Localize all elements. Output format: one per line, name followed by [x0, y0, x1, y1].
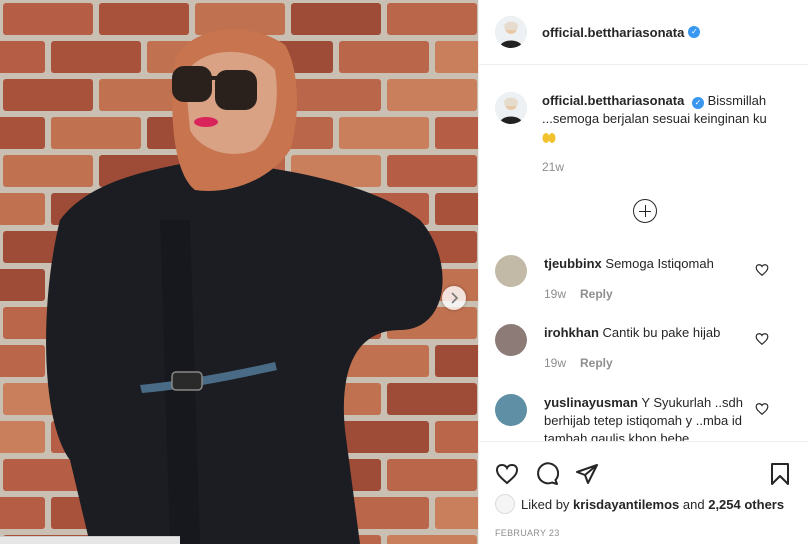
- comment-username[interactable]: yuslinayusman: [544, 395, 638, 410]
- likes-and: and: [682, 496, 705, 512]
- avatar-image: [495, 16, 527, 48]
- caption-timestamp: 21w: [542, 160, 565, 174]
- post-caption: official.betthariasonata ✓ Bissmillah ..…: [479, 66, 808, 176]
- comment-like-heart-icon[interactable]: [755, 263, 769, 277]
- comment-item: irohkhan Cantik bu pake hijab 19w Reply: [495, 324, 795, 372]
- comment-text: Semoga Istiqomah: [605, 256, 714, 271]
- comment-item: yuslinayusman Y Syukurlah ..sdh berhijab…: [495, 394, 795, 441]
- post-date: FEBRUARY 23: [495, 528, 560, 538]
- likes-summary: Liked by krisdayantilemos and 2,254 othe…: [479, 494, 808, 514]
- reply-button[interactable]: Reply: [580, 287, 613, 301]
- author-avatar[interactable]: [495, 16, 527, 48]
- post-header: official.betthariasonata ✓: [479, 0, 808, 65]
- likes-prefix: Liked by: [521, 496, 570, 512]
- bookmark-icon[interactable]: [768, 462, 792, 486]
- comment-timestamp: 19w: [544, 356, 567, 370]
- heart-icon[interactable]: [495, 462, 519, 486]
- verified-badge-icon: ✓: [691, 97, 704, 109]
- comment-username[interactable]: irohkhan: [544, 325, 599, 340]
- author-username[interactable]: official.betthariasonata: [542, 25, 684, 40]
- liker-avatar[interactable]: [495, 494, 515, 514]
- comment-text: Cantik bu pake hijab: [602, 325, 721, 340]
- comment-icon[interactable]: [535, 462, 559, 486]
- load-more-comments-button[interactable]: [633, 199, 657, 223]
- caption-username[interactable]: official.betthariasonata: [542, 93, 684, 108]
- commenter-avatar[interactable]: [495, 324, 527, 356]
- post-photo[interactable]: [0, 0, 478, 544]
- commenter-avatar[interactable]: [495, 394, 527, 426]
- post-side-panel: official.betthariasonata ✓ official.bett…: [478, 0, 808, 544]
- brick-wall-photo: [0, 0, 478, 544]
- likes-count[interactable]: 2,254 others: [708, 497, 784, 512]
- commenter-avatar[interactable]: [495, 255, 527, 287]
- comments-section[interactable]: official.betthariasonata ✓ Bissmillah ..…: [479, 66, 808, 441]
- praying-hands-emoji-icon: [542, 132, 556, 143]
- comment-item: tjeubbinx Semoga Istiqomah 19w Reply: [495, 255, 795, 303]
- horizontal-scrollbar[interactable]: [0, 536, 180, 544]
- next-photo-button[interactable]: [442, 286, 466, 310]
- post-actions: Liked by krisdayantilemos and 2,254 othe…: [479, 441, 808, 544]
- verified-badge-icon: ✓: [688, 26, 701, 38]
- liker-username[interactable]: krisdayantilemos: [573, 497, 679, 512]
- comment-like-heart-icon[interactable]: [755, 332, 769, 346]
- comment-timestamp: 19w: [544, 287, 567, 301]
- paper-plane-icon[interactable]: [575, 462, 599, 486]
- comment-like-heart-icon[interactable]: [755, 402, 769, 416]
- chevron-right-icon: [451, 292, 459, 304]
- reply-button[interactable]: Reply: [580, 356, 613, 370]
- avatar-image: [495, 92, 527, 124]
- caption-avatar[interactable]: [495, 92, 527, 124]
- comment-username[interactable]: tjeubbinx: [544, 256, 602, 271]
